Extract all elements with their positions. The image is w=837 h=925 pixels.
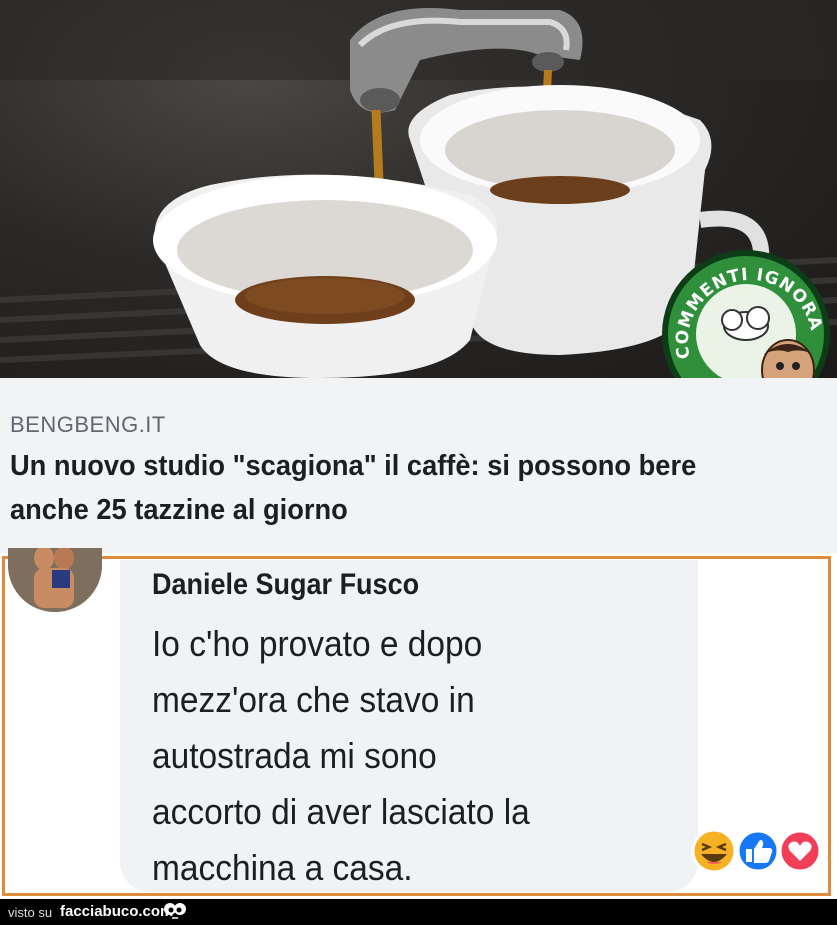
eyes-icon (164, 903, 186, 919)
like-icon (736, 829, 780, 873)
haha-icon (691, 828, 737, 874)
watermark-footer: visto su facciabuco.com (0, 899, 837, 925)
comment-line: Io c'ho provato e dopo (152, 623, 483, 664)
footer-site-link[interactable]: facciabuco.com (60, 903, 173, 920)
comment-author[interactable]: Daniele Sugar Fusco (152, 568, 419, 602)
love-icon (778, 829, 822, 873)
comment-text: Io c'ho provato e dopo mezz'ora che stav… (152, 616, 654, 896)
link-source: BENGBENG.IT (10, 412, 166, 437)
link-title[interactable]: Un nuovo studio "scagiona" il caffè: si … (10, 444, 781, 532)
footer-prefix: visto su (8, 905, 53, 920)
comment-line: mezz'ora che stavo in (152, 679, 475, 720)
reaction-summary[interactable] (690, 828, 824, 874)
comment-line: accorto di aver lasciato la (152, 791, 530, 832)
comment-line: autostrada mi sono (152, 735, 437, 776)
comment-line: macchina a casa. (152, 847, 413, 888)
